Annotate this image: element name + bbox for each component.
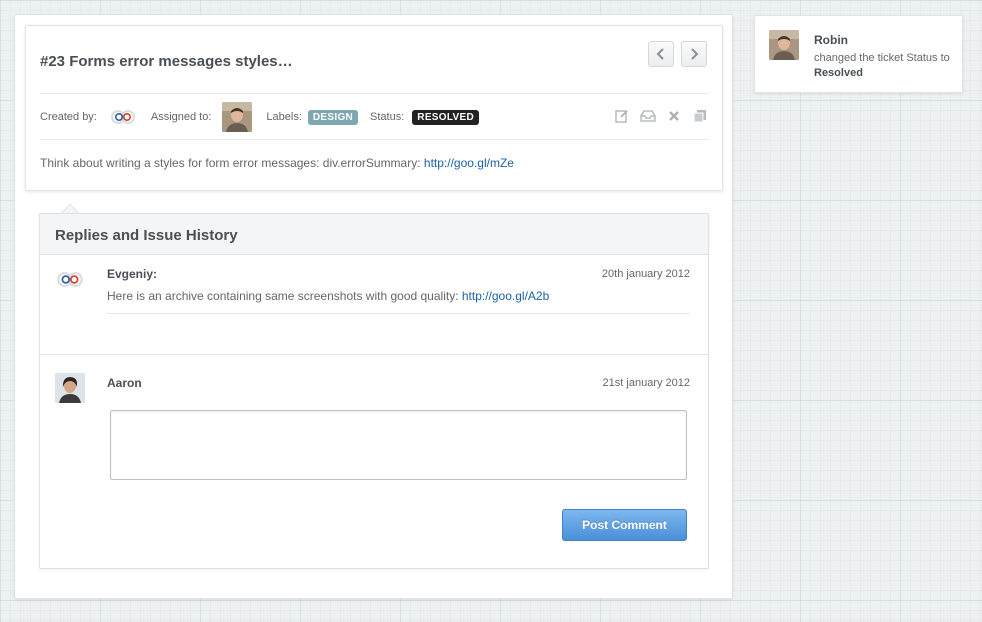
created-by-label: Created by: (40, 111, 97, 123)
ticket-description: Think about writing a styles for form er… (40, 156, 514, 170)
chevron-left-icon (656, 48, 664, 60)
notification-message: changed the ticket Status to Resolved (814, 51, 954, 81)
divider (40, 93, 708, 94)
divider (40, 139, 708, 140)
commenter-logo-icon[interactable] (55, 271, 85, 291)
status-label: Status: (370, 111, 405, 123)
entry-text: Here is an archive containing same scree… (107, 289, 549, 303)
assignee-avatar[interactable] (222, 102, 253, 132)
history-title: Replies and Issue History (40, 214, 708, 255)
ticket-card: #23 Forms error messages styles… Created… (25, 25, 723, 191)
description-text: Think about writing a styles for form er… (40, 156, 424, 170)
copy-icon[interactable] (692, 108, 708, 124)
status-badge[interactable]: RESOLVED (412, 109, 479, 125)
edit-icon[interactable] (614, 108, 630, 124)
reply-author: Aaron (107, 376, 142, 390)
description-link[interactable]: http://goo.gl/mZe (424, 156, 514, 170)
previous-ticket-button[interactable] (648, 41, 674, 67)
post-comment-button[interactable]: Post Comment (562, 509, 687, 541)
reply-date: 21st january 2012 (602, 377, 690, 389)
next-ticket-button[interactable] (681, 41, 707, 67)
notification-status: Resolved (814, 67, 863, 79)
notification-name[interactable]: Robin (814, 33, 848, 47)
ticket-title: #23 Forms error messages styles… (40, 53, 293, 70)
entry-link[interactable]: http://goo.gl/A2b (462, 289, 549, 303)
labels-label: Labels: (266, 111, 302, 123)
entry-text-body: Here is an archive containing same scree… (107, 289, 462, 303)
reply-textarea[interactable] (110, 410, 687, 480)
notification-message-text: changed the ticket Status to (814, 52, 950, 64)
archive-icon[interactable] (640, 108, 656, 124)
notification-avatar[interactable] (769, 30, 799, 60)
ticket-panel: #23 Forms error messages styles… Created… (14, 14, 733, 599)
history-entry: Evgeniy: 20th january 2012 Here is an ar… (40, 255, 708, 355)
ticket-actions (614, 108, 708, 124)
entry-divider (107, 313, 690, 314)
entry-date: 20th january 2012 (601, 268, 690, 280)
reply-author-avatar[interactable] (55, 373, 85, 403)
entry-author: Evgeniy: (107, 267, 158, 281)
close-icon[interactable] (666, 108, 682, 124)
activity-notification: Robin changed the ticket Status to Resol… (754, 15, 963, 93)
label-badge-design[interactable]: DESIGN (307, 109, 359, 125)
assigned-to-label: Assigned to: (150, 111, 212, 123)
history-pointer-inner (62, 205, 78, 213)
chevron-right-icon (691, 48, 699, 60)
history-panel: Replies and Issue History Evgeniy: 20th … (39, 213, 709, 569)
creator-logo-icon[interactable] (109, 109, 137, 125)
ticket-meta: Created by: Assigned to: Labels: DESIGN … (40, 102, 479, 132)
